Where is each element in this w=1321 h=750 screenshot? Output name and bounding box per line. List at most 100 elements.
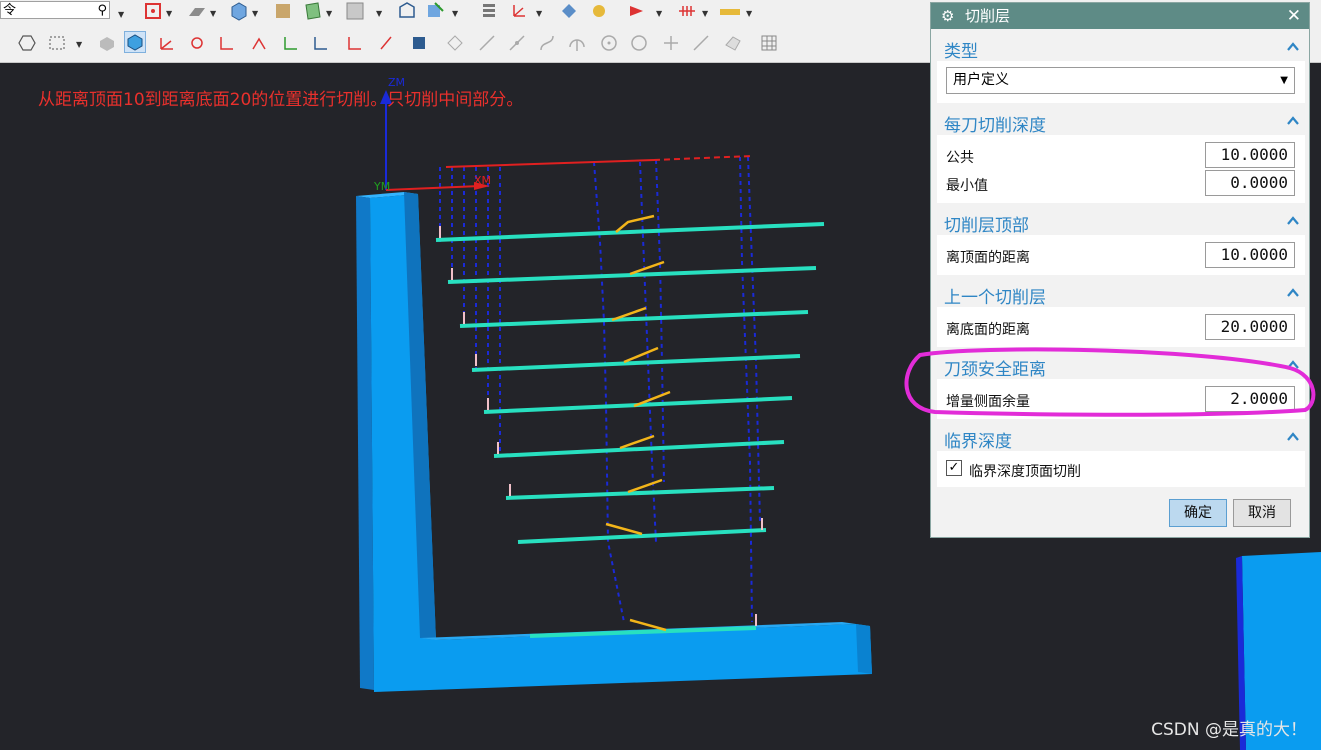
section-title-top: 切削层顶部: [944, 216, 1029, 236]
side-stock-row: 增量侧面余量 2.0000: [937, 385, 1305, 413]
chevron-down-icon[interactable]: ▼: [536, 9, 542, 18]
min-depth-input[interactable]: 0.0000: [1205, 170, 1295, 196]
hexagon-icon[interactable]: [16, 32, 38, 54]
cross-icon[interactable]: [660, 32, 682, 54]
chevron-down-icon[interactable]: ▼: [210, 9, 216, 18]
wcs-icon[interactable]: [186, 32, 208, 54]
search-icon[interactable]: ⚲: [97, 2, 107, 20]
xc-icon[interactable]: [310, 32, 332, 54]
section-title-critical-depth: 临界深度: [944, 432, 1012, 452]
xyz-icon[interactable]: [280, 32, 302, 54]
ym-axis-label: YM: [373, 180, 390, 193]
ok-button[interactable]: 确定: [1169, 499, 1227, 527]
section-title-depth-per-cut: 每刀切削深度: [944, 116, 1046, 136]
type-select[interactable]: 用户定义 ▼: [946, 67, 1295, 94]
type-select-value: 用户定义: [953, 72, 1009, 88]
arc-icon[interactable]: [566, 32, 588, 54]
grid-icon[interactable]: [676, 0, 698, 22]
toolbar-row-2: ▼: [0, 30, 930, 58]
ray-icon[interactable]: [690, 32, 712, 54]
critical-depth-checkbox[interactable]: ✓: [946, 460, 962, 476]
chevron-up-icon[interactable]: [1287, 115, 1299, 127]
zc-icon[interactable]: [376, 32, 398, 54]
section-icon[interactable]: [424, 0, 446, 22]
chevron-down-icon[interactable]: ▼: [76, 40, 82, 49]
section-header-depth-per-cut[interactable]: 每刀切削深度: [937, 107, 1305, 136]
color-icon[interactable]: [344, 0, 366, 22]
line-point-icon[interactable]: [506, 32, 528, 54]
common-depth-input[interactable]: 10.0000: [1205, 142, 1295, 168]
chevron-up-icon[interactable]: [1287, 41, 1299, 53]
section-header-top[interactable]: 切削层顶部: [937, 207, 1305, 236]
arrow-icon[interactable]: [626, 0, 648, 22]
chevron-down-icon[interactable]: ▼: [118, 10, 124, 19]
chevron-up-icon[interactable]: [1287, 287, 1299, 299]
chevron-down-icon[interactable]: ▼: [252, 9, 258, 18]
section-type: 类型 用户定义 ▼: [937, 33, 1305, 103]
measure-icon[interactable]: [588, 0, 610, 22]
side-stock-input[interactable]: 2.0000: [1205, 386, 1295, 412]
cancel-button[interactable]: 取消: [1233, 499, 1291, 527]
bottom-distance-input[interactable]: 20.0000: [1205, 314, 1295, 340]
datum-icon[interactable]: [216, 32, 238, 54]
chevron-down-icon[interactable]: ▼: [376, 9, 382, 18]
critical-depth-row: ✓ 临界深度顶面切削: [937, 455, 1305, 483]
close-button[interactable]: ✕: [1287, 3, 1301, 29]
min-depth-row: 最小值 0.0000: [937, 169, 1305, 197]
top-distance-input[interactable]: 10.0000: [1205, 242, 1295, 268]
box-icon[interactable]: [228, 0, 250, 22]
chevron-down-icon[interactable]: ▼: [326, 9, 332, 18]
ruler-icon[interactable]: [718, 0, 740, 22]
section-header-type[interactable]: 类型: [937, 33, 1305, 62]
chevron-up-icon[interactable]: [1287, 431, 1299, 443]
critical-depth-checkbox-label[interactable]: 临界深度顶面切削: [969, 461, 1081, 481]
shaded-edges-icon[interactable]: [124, 31, 146, 53]
save-view-icon[interactable]: [408, 32, 430, 54]
chevron-down-icon[interactable]: ▼: [746, 9, 752, 18]
chevron-up-icon[interactable]: [1287, 215, 1299, 227]
snap-icon[interactable]: [142, 0, 164, 22]
sheet-icon[interactable]: [272, 0, 294, 22]
xm-axis-label: XM: [474, 174, 491, 187]
chevron-down-icon[interactable]: ▼: [166, 9, 172, 18]
dialog-title-bar[interactable]: ⚙ 切削层 ✕: [931, 3, 1309, 29]
csys-icon[interactable]: [156, 32, 178, 54]
common-depth-label: 公共: [946, 150, 974, 166]
shaded-icon[interactable]: [96, 32, 118, 54]
command-finder-text: 令: [3, 3, 17, 18]
circle-icon[interactable]: [598, 32, 620, 54]
gear-icon: ⚙: [941, 7, 955, 25]
lead-moves: [605, 214, 671, 632]
spline-icon[interactable]: [536, 32, 558, 54]
layer-icon[interactable]: [478, 0, 500, 22]
top-distance-row: 离顶面的距离 10.0000: [937, 241, 1305, 269]
command-finder-input[interactable]: 令 ⚲: [0, 1, 110, 19]
line-icon[interactable]: [476, 32, 498, 54]
face-icon[interactable]: [302, 0, 324, 22]
extrude-icon[interactable]: [186, 0, 208, 22]
section-header-neck-clearance[interactable]: 刀颈安全距离: [937, 351, 1305, 380]
watermark: CSDN @是真的大！: [1151, 720, 1307, 740]
cut-levels-dialog: ⚙ 切削层 ✕ 类型 用户定义 ▼ 每刀切削深度 公共 10.0000 最小值 …: [930, 2, 1310, 538]
instruction-annotation: 从距离顶面10到距离底面20的位置进行切削。只切削中间部分。: [38, 90, 524, 110]
section-header-critical-depth[interactable]: 临界深度: [937, 423, 1305, 452]
view-icon[interactable]: [396, 0, 418, 22]
chevron-down-icon[interactable]: ▼: [656, 9, 662, 18]
origin-icon[interactable]: [248, 32, 270, 54]
toolbar-row-1: 令 ⚲ ▼ ▼ ▼ ▼ ▼ ▼ ▼ ▼ ▼ ▼ ▼: [0, 0, 930, 28]
csys-icon[interactable]: [508, 0, 530, 22]
dialog-title: 切削层: [965, 7, 1011, 25]
yc-icon[interactable]: [344, 32, 366, 54]
section-critical-depth: 临界深度 ✓ 临界深度顶面切削: [937, 423, 1305, 487]
chevron-down-icon[interactable]: ▼: [452, 9, 458, 18]
engage-markers: [439, 226, 763, 626]
mesh-icon[interactable]: [758, 32, 780, 54]
chevron-down-icon[interactable]: ▼: [702, 9, 708, 18]
section-header-last-level[interactable]: 上一个切削层: [937, 279, 1305, 308]
point-set-icon[interactable]: [444, 32, 466, 54]
move-icon[interactable]: [558, 0, 580, 22]
chevron-up-icon[interactable]: [1287, 359, 1299, 371]
rect-select-icon[interactable]: [46, 32, 68, 54]
plane-icon[interactable]: [722, 32, 744, 54]
circle-center-icon[interactable]: [628, 32, 650, 54]
